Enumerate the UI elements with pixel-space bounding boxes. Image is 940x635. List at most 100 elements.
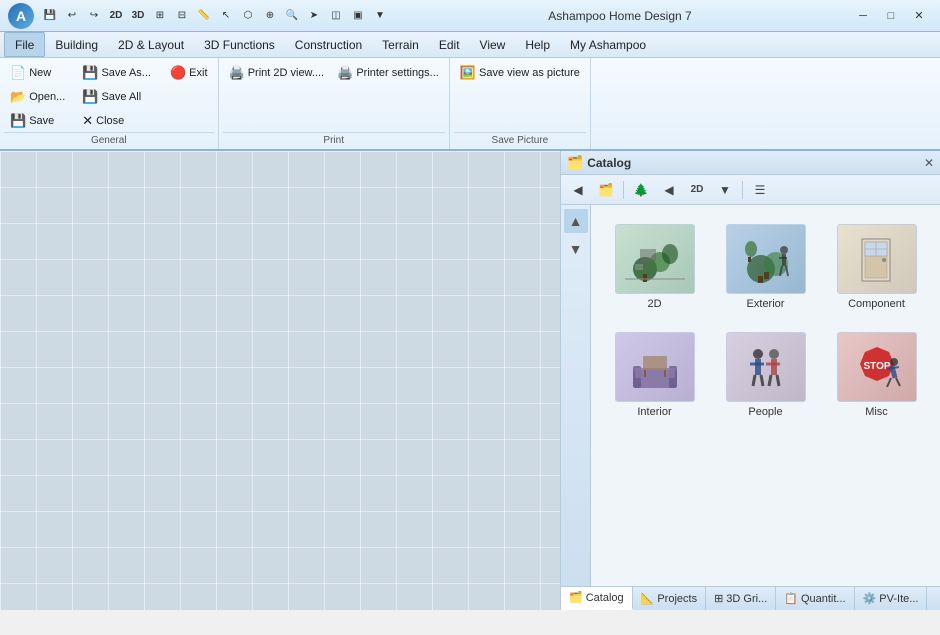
exit-button[interactable]: 🔴 Exit	[164, 62, 214, 84]
menu-file[interactable]: File	[4, 32, 45, 57]
qa-save[interactable]: 💾	[40, 6, 60, 26]
catalog-label-interior: Interior	[637, 406, 671, 418]
window-controls: ─ □ ✕	[850, 6, 932, 26]
catalog-toolbar: ◀ 🗂️ 🌲 ◀ 2D ▼ ☰	[561, 175, 940, 205]
ribbon-group-save-picture: 🖼️ Save view as picture Save Picture	[450, 58, 591, 149]
qa-undo[interactable]: ↩	[62, 6, 82, 26]
qa-snap[interactable]: ⊟	[172, 6, 192, 26]
catalog-item-people[interactable]: People	[714, 325, 817, 425]
maximize-button[interactable]: □	[878, 6, 904, 26]
catalog-header: 🗂️ Catalog ✕	[561, 151, 940, 175]
tab-catalog-icon: 🗂️	[569, 591, 583, 604]
exit-icon: 🔴	[170, 65, 186, 81]
minimize-button[interactable]: ─	[850, 6, 876, 26]
catalog-item-component[interactable]: Component	[825, 217, 928, 317]
catalog-thumb-misc-svg: STOP	[847, 342, 907, 392]
menu-view[interactable]: View	[470, 32, 516, 57]
ribbon-area: 📄 New 📂 Open... 💾 Save 💾	[0, 58, 940, 151]
save-picture-icon: 🖼️	[460, 65, 476, 81]
cat-2d-button[interactable]: 2D	[684, 178, 710, 202]
menu-terrain[interactable]: Terrain	[372, 32, 429, 57]
catalog-item-2d[interactable]: 2D	[603, 217, 706, 317]
cat-folder-icon: 🗂️	[593, 178, 619, 202]
close-button-ribbon[interactable]: ✕ Close	[76, 110, 157, 132]
ribbon-group-print-label: Print	[223, 132, 445, 149]
qa-select[interactable]: ↖	[216, 6, 236, 26]
catalog-item-exterior[interactable]: Exterior	[714, 217, 817, 317]
main-area: 🗂️ Catalog ✕ ◀ 🗂️ 🌲 ◀ 2D ▼ ☰ ▲ ▼	[0, 151, 940, 610]
save-as-button[interactable]: 💾 Save As...	[76, 62, 157, 84]
cat-dropdown-button[interactable]: ▼	[712, 178, 738, 202]
new-icon: 📄	[10, 65, 26, 81]
print-2d-button[interactable]: 🖨️ Print 2D view....	[223, 62, 331, 84]
catalog-folder-icon: 🗂️	[567, 155, 583, 171]
qa-2d[interactable]: 2D	[106, 6, 126, 26]
qa-grid[interactable]: ⊞	[150, 6, 170, 26]
tab-quantity-icon: 📋	[784, 592, 798, 605]
qa-option1[interactable]: ◫	[326, 6, 346, 26]
qa-redo[interactable]: ↪	[84, 6, 104, 26]
cat-sep-1	[623, 181, 624, 199]
menu-building[interactable]: Building	[45, 32, 108, 57]
catalog-thumb-2d	[615, 224, 695, 294]
printer-settings-button[interactable]: 🖨️ Printer settings...	[331, 62, 445, 84]
catalog-content: ▲ ▼	[561, 205, 940, 586]
qa-rotate[interactable]: ⊕	[260, 6, 280, 26]
menu-2d-layout[interactable]: 2D & Layout	[108, 32, 194, 57]
catalog-item-misc[interactable]: STOP Misc	[825, 325, 928, 425]
tab-3d-grid[interactable]: ⊞ 3D Gri...	[706, 587, 776, 610]
qa-3d[interactable]: 3D	[128, 6, 148, 26]
cat-more-button[interactable]: ☰	[747, 178, 773, 202]
qa-measure[interactable]: 📏	[194, 6, 214, 26]
menu-my-ashampoo[interactable]: My Ashampoo	[560, 32, 656, 57]
cat-back-button[interactable]: ◀	[565, 178, 591, 202]
canvas-area[interactable]	[0, 151, 560, 610]
menu-edit[interactable]: Edit	[429, 32, 470, 57]
tab-quantity[interactable]: 📋 Quantit...	[776, 587, 854, 610]
catalog-close-button[interactable]: ✕	[924, 156, 934, 170]
cat-nav-button[interactable]: ◀	[656, 178, 682, 202]
catalog-label-2d: 2D	[647, 298, 661, 310]
app-logo: A	[8, 3, 34, 29]
cat-tree-button[interactable]: 🌲	[628, 178, 654, 202]
title-bar: A 💾 ↩ ↪ 2D 3D ⊞ ⊟ 📏 ↖ ⬡ ⊕ 🔍 ➤ ◫ ▣ ▼ Asha…	[0, 0, 940, 32]
save-all-button[interactable]: 💾 Save All	[76, 86, 157, 108]
catalog-thumb-interior-svg	[625, 342, 685, 392]
save-view-picture-button[interactable]: 🖼️ Save view as picture	[454, 62, 586, 84]
catalog-thumb-exterior-svg	[736, 234, 796, 284]
catalog-thumb-exterior	[726, 224, 806, 294]
catalog-panel: 🗂️ Catalog ✕ ◀ 🗂️ 🌲 ◀ 2D ▼ ☰ ▲ ▼	[560, 151, 940, 610]
tab-projects[interactable]: 📐 Projects	[633, 587, 706, 610]
catalog-thumb-people	[726, 332, 806, 402]
qa-option2[interactable]: ▣	[348, 6, 368, 26]
catalog-thumb-2d-svg	[625, 234, 685, 284]
tab-pv-items[interactable]: ⚙️ PV-Ite...	[855, 587, 928, 610]
ribbon-group-general-buttons: 📄 New 📂 Open... 💾 Save 💾	[4, 62, 214, 132]
catalog-bottom-tabs: 🗂️ Catalog 📐 Projects ⊞ 3D Gri... 📋 Quan…	[561, 586, 940, 610]
close-ribbon-icon: ✕	[82, 113, 93, 129]
menu-construction[interactable]: Construction	[285, 32, 372, 57]
catalog-sidenav: ▲ ▼	[561, 205, 591, 586]
tab-pv-items-icon: ⚙️	[863, 592, 877, 605]
catalog-label-misc: Misc	[865, 406, 888, 418]
tab-3d-grid-icon: ⊞	[714, 592, 723, 605]
catalog-thumb-component-svg	[847, 234, 907, 284]
sidenav-down-button[interactable]: ▼	[564, 237, 588, 261]
catalog-item-interior[interactable]: Interior	[603, 325, 706, 425]
qa-dropdown[interactable]: ▼	[370, 6, 390, 26]
open-button[interactable]: 📂 Open...	[4, 86, 71, 108]
sidenav-up-button[interactable]: ▲	[564, 209, 588, 233]
qa-arrow[interactable]: ➤	[304, 6, 324, 26]
new-button[interactable]: 📄 New	[4, 62, 71, 84]
qa-cursor[interactable]: ⬡	[238, 6, 258, 26]
ribbon-group-general-label: General	[4, 132, 214, 149]
tab-catalog[interactable]: 🗂️ Catalog	[561, 587, 633, 610]
menu-3d-functions[interactable]: 3D Functions	[194, 32, 285, 57]
close-button[interactable]: ✕	[906, 6, 932, 26]
save-button[interactable]: 💾 Save	[4, 110, 71, 132]
catalog-label-people: People	[748, 406, 782, 418]
menu-help[interactable]: Help	[515, 32, 560, 57]
save-all-icon: 💾	[82, 89, 98, 105]
qa-zoom[interactable]: 🔍	[282, 6, 302, 26]
canvas-grid	[0, 151, 560, 610]
